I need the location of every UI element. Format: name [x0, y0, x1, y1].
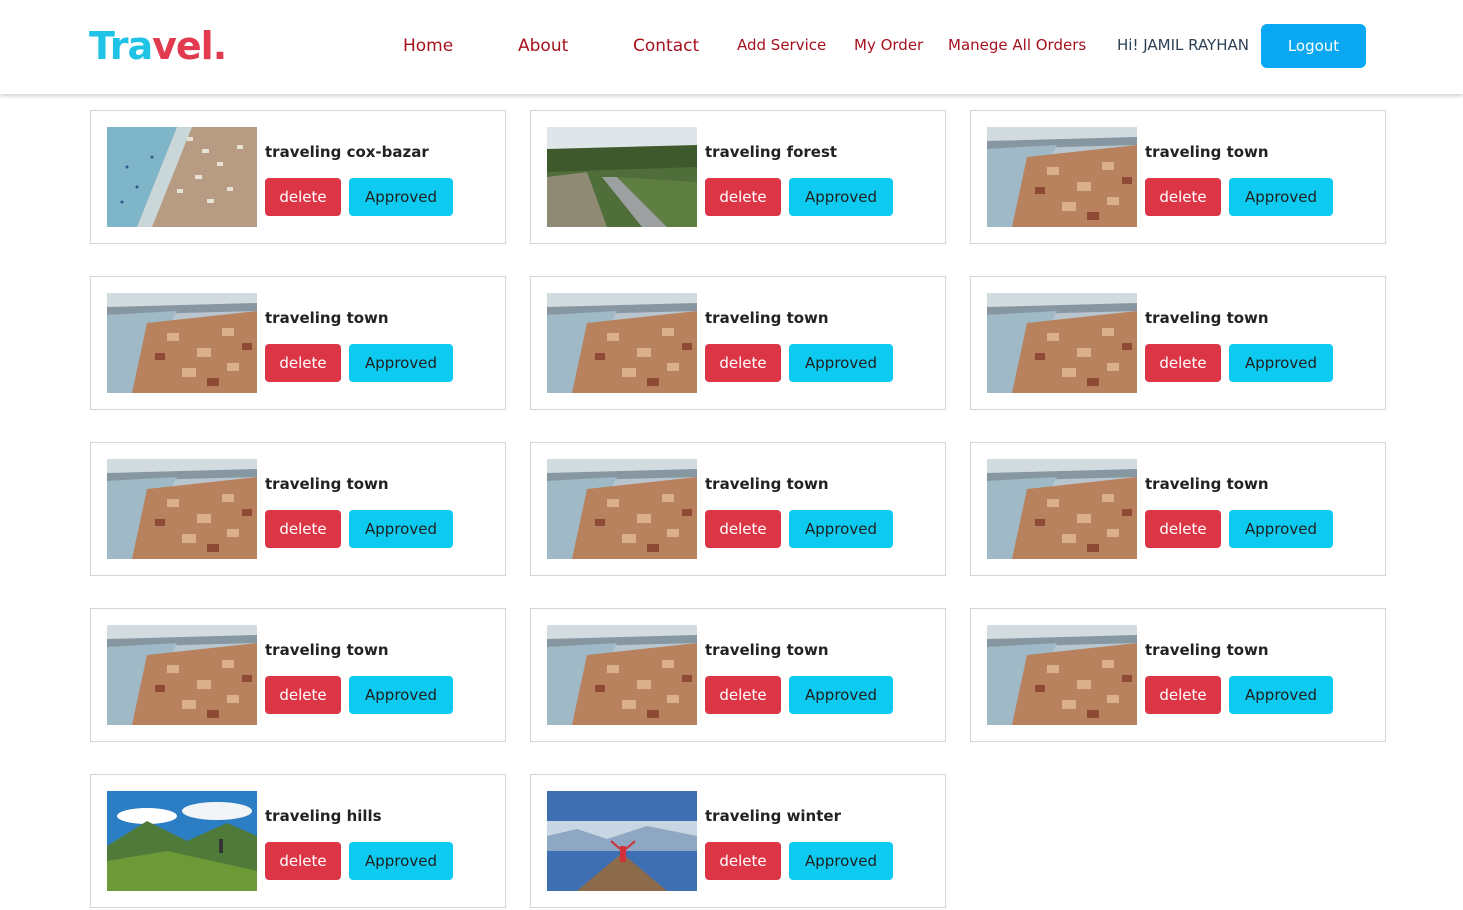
- service-image: [987, 127, 1137, 227]
- order-card: traveling town delete Approved: [90, 442, 506, 576]
- nav-add-service-link[interactable]: Add Service: [737, 36, 826, 54]
- approved-button[interactable]: Approved: [349, 842, 453, 880]
- delete-button[interactable]: delete: [705, 842, 781, 880]
- approved-button[interactable]: Approved: [1229, 344, 1333, 382]
- service-image: [547, 625, 697, 725]
- order-card: traveling hills delete Approved: [90, 774, 506, 908]
- service-image: [107, 625, 257, 725]
- service-title: traveling hills: [265, 807, 382, 825]
- service-title: traveling town: [1145, 475, 1269, 493]
- delete-button[interactable]: delete: [265, 676, 341, 714]
- service-image: [987, 625, 1137, 725]
- order-card: traveling town delete Approved: [90, 608, 506, 742]
- approved-button[interactable]: Approved: [349, 676, 453, 714]
- service-title: traveling town: [1145, 143, 1269, 161]
- nav-my-order-link[interactable]: My Order: [854, 36, 923, 54]
- service-image: [107, 293, 257, 393]
- service-title: traveling town: [1145, 309, 1269, 327]
- nav-contact-link[interactable]: Contact: [633, 36, 699, 56]
- approved-button[interactable]: Approved: [1229, 178, 1333, 216]
- approved-button[interactable]: Approved: [349, 510, 453, 548]
- order-card: traveling town delete Approved: [530, 608, 946, 742]
- service-image: [547, 293, 697, 393]
- delete-button[interactable]: delete: [705, 178, 781, 216]
- delete-button[interactable]: delete: [265, 842, 341, 880]
- delete-button[interactable]: delete: [265, 510, 341, 548]
- service-image: [987, 293, 1137, 393]
- delete-button[interactable]: delete: [265, 178, 341, 216]
- approved-button[interactable]: Approved: [349, 344, 453, 382]
- approved-button[interactable]: Approved: [1229, 510, 1333, 548]
- order-card: traveling winter delete Approved: [530, 774, 946, 908]
- service-title: traveling town: [705, 309, 829, 327]
- user-greeting: Hi! JAMIL RAYHAN: [1117, 36, 1249, 54]
- nav-manage-orders-link[interactable]: Manege All Orders: [948, 36, 1086, 54]
- order-card: traveling town delete Approved: [970, 276, 1386, 410]
- order-card: traveling town delete Approved: [970, 110, 1386, 244]
- brand-part-2: vel: [152, 24, 214, 68]
- orders-grid: traveling cox-bazar delete Approved trav…: [90, 110, 1386, 908]
- service-title: traveling town: [1145, 641, 1269, 659]
- order-card: traveling cox-bazar delete Approved: [90, 110, 506, 244]
- navbar: Travel. Home About Contact Add Service M…: [0, 0, 1463, 94]
- delete-button[interactable]: delete: [705, 676, 781, 714]
- service-image: [547, 791, 697, 891]
- order-card: traveling forest delete Approved: [530, 110, 946, 244]
- service-image: [107, 127, 257, 227]
- order-card: traveling town delete Approved: [970, 442, 1386, 576]
- service-title: traveling town: [265, 309, 389, 327]
- service-image: [547, 459, 697, 559]
- delete-button[interactable]: delete: [705, 510, 781, 548]
- delete-button[interactable]: delete: [1145, 676, 1221, 714]
- service-title: traveling town: [705, 641, 829, 659]
- approved-button[interactable]: Approved: [789, 676, 893, 714]
- approved-button[interactable]: Approved: [789, 510, 893, 548]
- nav-home-link[interactable]: Home: [403, 36, 453, 56]
- order-card: traveling town delete Approved: [530, 276, 946, 410]
- service-image: [107, 791, 257, 891]
- approved-button[interactable]: Approved: [349, 178, 453, 216]
- nav-about-link[interactable]: About: [518, 36, 568, 56]
- approved-button[interactable]: Approved: [789, 178, 893, 216]
- approved-button[interactable]: Approved: [789, 842, 893, 880]
- service-title: traveling forest: [705, 143, 838, 161]
- delete-button[interactable]: delete: [705, 344, 781, 382]
- order-card: traveling town delete Approved: [970, 608, 1386, 742]
- brand-dot: .: [212, 24, 227, 68]
- logout-button[interactable]: Logout: [1261, 24, 1366, 68]
- brand-logo[interactable]: Travel.: [89, 22, 227, 70]
- service-image: [547, 127, 697, 227]
- service-title: traveling cox-bazar: [265, 143, 429, 161]
- service-title: traveling winter: [705, 807, 841, 825]
- service-title: traveling town: [265, 641, 389, 659]
- delete-button[interactable]: delete: [265, 344, 341, 382]
- service-title: traveling town: [705, 475, 829, 493]
- order-card: traveling town delete Approved: [90, 276, 506, 410]
- service-image: [987, 459, 1137, 559]
- approved-button[interactable]: Approved: [1229, 676, 1333, 714]
- service-image: [107, 459, 257, 559]
- brand-part-1: Tra: [89, 24, 153, 68]
- service-title: traveling town: [265, 475, 389, 493]
- delete-button[interactable]: delete: [1145, 178, 1221, 216]
- order-card: traveling town delete Approved: [530, 442, 946, 576]
- delete-button[interactable]: delete: [1145, 344, 1221, 382]
- approved-button[interactable]: Approved: [789, 344, 893, 382]
- delete-button[interactable]: delete: [1145, 510, 1221, 548]
